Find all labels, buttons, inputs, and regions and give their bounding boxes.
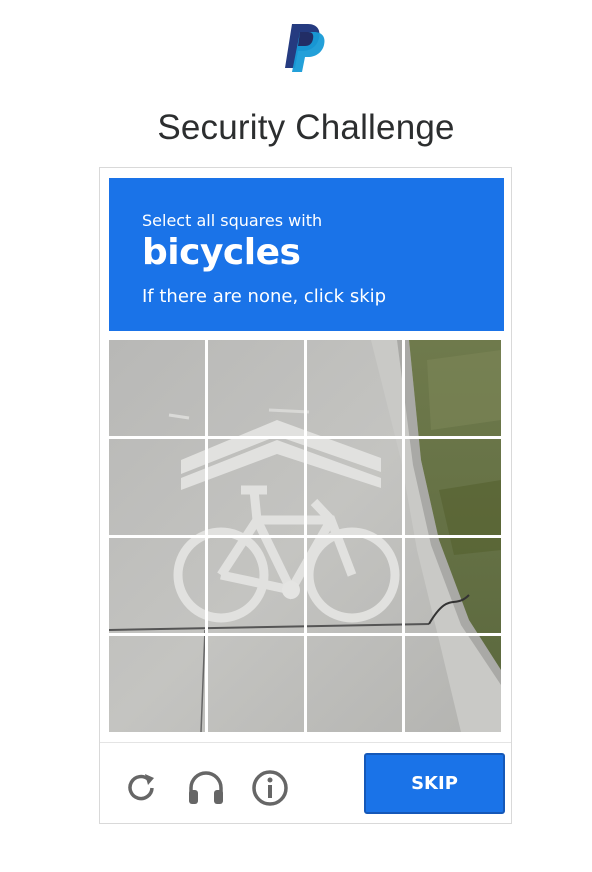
reload-icon[interactable] <box>122 768 162 808</box>
grid-tile-3-1[interactable] <box>109 536 207 634</box>
hint-text: If there are none, click skip <box>142 286 387 307</box>
image-grid <box>109 340 501 732</box>
page: Security Challenge Select all squares wi… <box>0 0 592 872</box>
challenge-banner: Select all squares with bicycles If ther… <box>109 178 504 331</box>
footer-divider <box>100 742 511 743</box>
captcha-card: Select all squares with bicycles If ther… <box>99 167 512 824</box>
info-icon[interactable] <box>250 768 290 808</box>
grid-tile-3-4[interactable] <box>403 536 501 634</box>
headphones-icon[interactable] <box>186 768 226 808</box>
instruction-text: Select all squares with <box>142 211 323 230</box>
grid-tile-4-2[interactable] <box>207 634 305 732</box>
grid-tile-4-4[interactable] <box>403 634 501 732</box>
grid-tile-1-3[interactable] <box>305 340 403 438</box>
grid-tile-2-4[interactable] <box>403 438 501 536</box>
skip-button[interactable]: SKIP <box>364 753 505 814</box>
grid-tile-2-1[interactable] <box>109 438 207 536</box>
grid-tile-3-2[interactable] <box>207 536 305 634</box>
paypal-logo-icon <box>285 24 325 72</box>
grid-tile-3-3[interactable] <box>305 536 403 634</box>
grid-tile-1-4[interactable] <box>403 340 501 438</box>
grid-tile-2-3[interactable] <box>305 438 403 536</box>
grid-tile-4-3[interactable] <box>305 634 403 732</box>
grid-tile-2-2[interactable] <box>207 438 305 536</box>
grid-tile-4-1[interactable] <box>109 634 207 732</box>
target-object-text: bicycles <box>142 232 301 273</box>
grid-tile-1-2[interactable] <box>207 340 305 438</box>
page-title: Security Challenge <box>157 108 455 147</box>
grid-tile-1-1[interactable] <box>109 340 207 438</box>
